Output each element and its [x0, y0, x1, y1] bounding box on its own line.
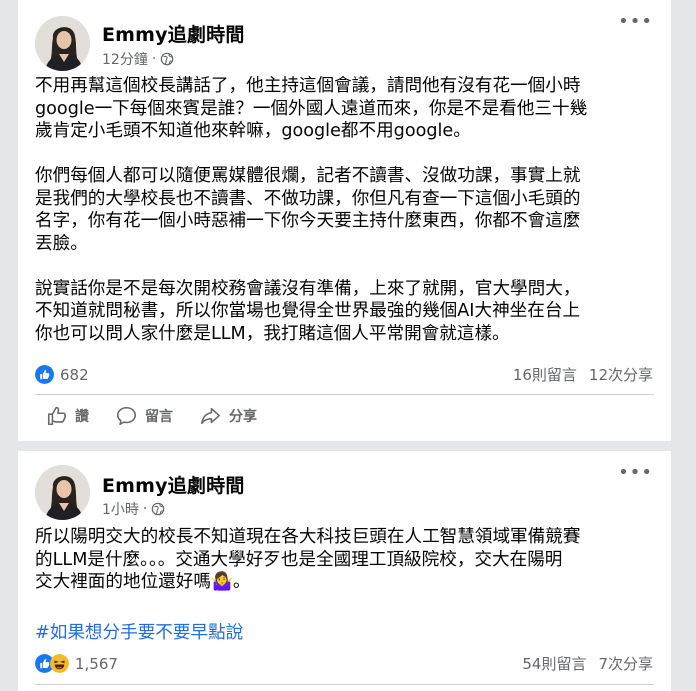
- post-meta: 12分鐘 ·: [102, 49, 174, 69]
- post-card: Emmy追劇時間 1小時 · ••• 所以陽明交大的校長不知道現在各大科技巨頭在…: [18, 451, 671, 691]
- post-body: 所以陽明交大的校長不知道現在各大科技巨頭在人工智慧領域軍備競賽 的LLM是什麼。…: [35, 526, 657, 594]
- like-button[interactable]: 讚: [46, 405, 89, 427]
- share-icon: [201, 407, 220, 425]
- like-reaction-icon: [35, 365, 54, 384]
- author-name[interactable]: Emmy追劇時間: [102, 471, 245, 498]
- reaction-count: 1,567: [75, 654, 118, 673]
- hashtag-link[interactable]: #如果想分手要不要早點說: [35, 619, 243, 644]
- post-timestamp[interactable]: 1小時: [102, 499, 139, 519]
- share-count[interactable]: 12次分享: [589, 364, 653, 385]
- author-name[interactable]: Emmy追劇時間: [102, 20, 245, 47]
- meta-separator: ·: [142, 501, 148, 517]
- post-paragraph: 所以陽明交大的校長不知道現在各大科技巨頭在人工智慧領域軍備競賽 的LLM是什麼。…: [35, 527, 581, 592]
- post-body: 不用再幫這個校長講話了，他主持這個會議，請問他有沒有花一個小時 google一下…: [35, 75, 657, 345]
- post-actions-bar: 讚 留言 分享: [46, 405, 257, 427]
- author-avatar[interactable]: [35, 16, 90, 71]
- more-options-icon[interactable]: •••: [618, 13, 653, 31]
- post-paragraph: 說實話你是不是每次開校務會議沒有準備，上來了就開，官大學問大， 不知道就問秘書，…: [35, 278, 581, 344]
- comment-count[interactable]: 54則留言: [522, 653, 586, 674]
- comment-button[interactable]: 留言: [115, 405, 173, 427]
- meta-separator: ·: [151, 51, 157, 67]
- post-stats: 682 16則留言 12次分享: [35, 364, 653, 385]
- reaction-count: 682: [60, 365, 89, 384]
- share-label: 分享: [229, 409, 257, 425]
- post-meta: 1小時 ·: [102, 499, 165, 519]
- author-avatar[interactable]: [35, 465, 90, 520]
- post-card: Emmy追劇時間 12分鐘 · ••• 不用再幫這個校長講話了，他主持這個會議，…: [18, 0, 671, 441]
- divider: [35, 684, 654, 685]
- post-timestamp[interactable]: 12分鐘: [102, 49, 148, 69]
- more-options-icon[interactable]: •••: [618, 464, 653, 482]
- reactions-summary[interactable]: 682: [35, 365, 89, 384]
- reactions-summary[interactable]: 1,567: [35, 654, 118, 673]
- like-label: 讚: [75, 409, 89, 425]
- share-count[interactable]: 7次分享: [598, 653, 653, 674]
- post-paragraph: 你們每個人都可以隨便罵媒體很爛，記者不讀書、沒做功課，事實上就 是我們的大學校長…: [35, 166, 581, 254]
- post-stats: 1,567 54則留言 7次分享: [35, 653, 653, 674]
- comment-label: 留言: [145, 409, 173, 425]
- post-paragraph: 不用再幫這個校長講話了，他主持這個會議，請問他有沒有花一個小時 google一下…: [35, 76, 588, 141]
- globe-icon: [152, 502, 165, 516]
- comment-count[interactable]: 16則留言: [513, 364, 577, 385]
- divider: [35, 394, 654, 395]
- share-button[interactable]: 分享: [199, 405, 257, 427]
- haha-reaction-icon: [50, 654, 69, 673]
- comment-icon: [117, 406, 136, 426]
- globe-icon: [160, 52, 174, 66]
- thumbs-up-icon: [47, 406, 66, 426]
